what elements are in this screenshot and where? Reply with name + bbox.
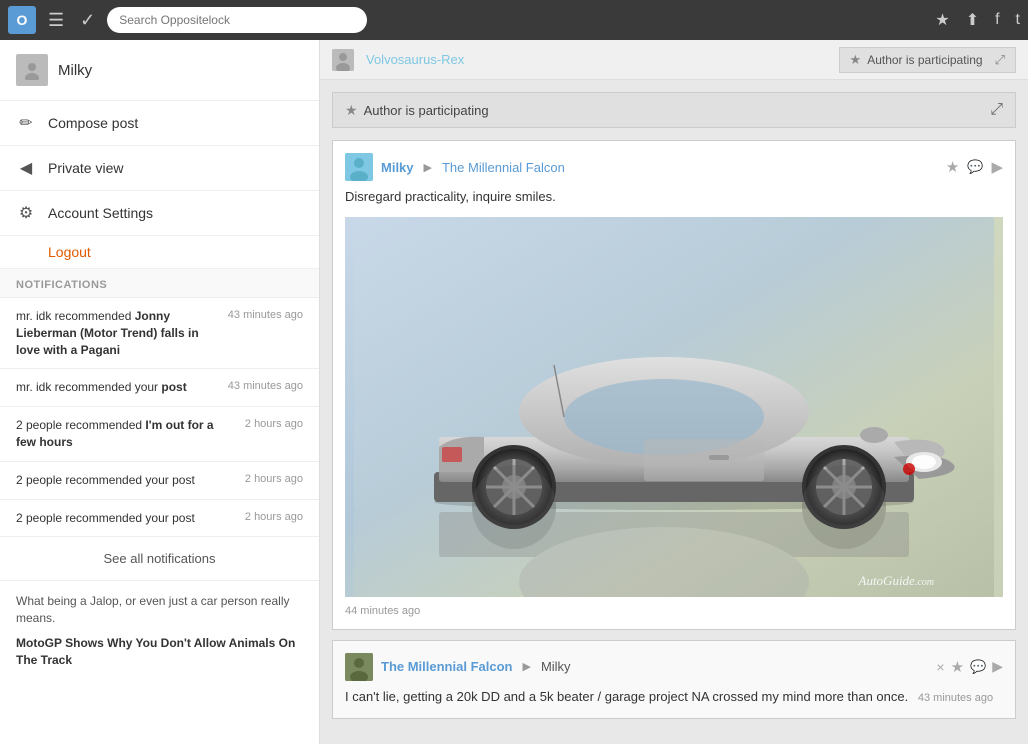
reply-author-avatar bbox=[345, 653, 373, 681]
notification-item: mr. idk recommended your post 43 minutes… bbox=[0, 369, 319, 407]
expand-icon-small[interactable]: ⤢ bbox=[995, 52, 1005, 68]
logo-icon[interactable]: O bbox=[8, 6, 36, 34]
star-icon[interactable]: ★ bbox=[935, 10, 949, 30]
post-star-button[interactable]: ★ bbox=[946, 158, 959, 176]
post-direction-arrow: ▶ bbox=[424, 161, 432, 174]
reply-to-user: Milky bbox=[541, 659, 571, 674]
notification-time: 43 minutes ago bbox=[228, 308, 303, 321]
reply-comment-button[interactable]: 💬 bbox=[970, 659, 986, 675]
sidebar-username: Milky bbox=[58, 62, 92, 79]
reply-close-button[interactable]: × bbox=[936, 659, 944, 675]
top-bar: O ☰ ✓ ★ ⬆ f t bbox=[0, 0, 1028, 40]
notification-item: 2 people recommended your post 2 hours a… bbox=[0, 462, 319, 500]
notification-text: mr. idk recommended your post bbox=[16, 379, 220, 396]
author-bar-left: ★ Author is participating bbox=[345, 102, 489, 119]
author-bar-title: Author is participating bbox=[364, 103, 489, 118]
post-card: Milky ▶ The Millennial Falcon ★ 💬 ▶ Disr… bbox=[332, 140, 1016, 630]
notification-time: 2 hours ago bbox=[245, 510, 303, 523]
user-row: Milky bbox=[0, 40, 319, 101]
sidebar-footer: What being a Jalop, or even just a car p… bbox=[0, 581, 319, 680]
compose-icon: ✏ bbox=[16, 113, 36, 133]
hamburger-icon[interactable]: ☰ bbox=[44, 6, 68, 35]
settings-icon: ⚙ bbox=[16, 203, 36, 223]
post-body-text: Disregard practicality, inquire smiles. bbox=[345, 187, 1003, 207]
private-icon: ◀ bbox=[16, 158, 36, 178]
compose-post-menu-item[interactable]: ✏ Compose post bbox=[0, 101, 319, 146]
author-participating-bar: ★ Author is participating ⤢ bbox=[332, 92, 1016, 128]
private-label: Private view bbox=[48, 160, 123, 176]
reply-timestamp: 43 minutes ago bbox=[918, 692, 993, 704]
footer-link-jalop[interactable]: What being a Jalop, or even just a car p… bbox=[16, 593, 303, 627]
post-comment-button[interactable]: 💬 bbox=[967, 159, 983, 175]
reply-card: The Millennial Falcon ▶ Milky × ★ 💬 ▶ I … bbox=[332, 640, 1016, 720]
compose-label: Compose post bbox=[48, 115, 138, 131]
private-view-menu-item[interactable]: ◀ Private view bbox=[0, 146, 319, 191]
reply-author-link[interactable]: The Millennial Falcon bbox=[381, 659, 512, 674]
content-top-bar: Volvosaurus-Rex ★ Author is participatin… bbox=[320, 40, 1028, 80]
post-image: AutoGuide.com bbox=[345, 217, 1003, 597]
notification-text: 2 people recommended I'm out for a few h… bbox=[16, 417, 237, 451]
notification-item: 2 people recommended I'm out for a few h… bbox=[0, 407, 319, 462]
reply-direction-arrow: ▶ bbox=[522, 660, 530, 673]
see-all-notifications-button[interactable]: See all notifications bbox=[0, 537, 319, 581]
notification-text: 2 people recommended your post bbox=[16, 510, 237, 527]
account-settings-menu-item[interactable]: ⚙ Account Settings bbox=[0, 191, 319, 236]
logout-item[interactable]: Logout bbox=[0, 236, 319, 269]
notification-time: 43 minutes ago bbox=[228, 379, 303, 392]
avatar bbox=[16, 54, 48, 86]
author-bar-expand-icon[interactable]: ⤢ bbox=[990, 101, 1003, 119]
search-input[interactable] bbox=[107, 7, 367, 33]
account-settings-label: Account Settings bbox=[48, 205, 153, 221]
share-icon[interactable]: ⬆ bbox=[966, 10, 979, 30]
post-container: ★ Author is participating ⤢ Milky ▶ The … bbox=[320, 80, 1028, 744]
content-user-link[interactable]: Volvosaurus-Rex bbox=[366, 52, 464, 67]
content-user-avatar bbox=[332, 49, 354, 71]
reply-share-button[interactable]: ▶ bbox=[992, 658, 1003, 675]
reply-actions: × ★ 💬 ▶ bbox=[936, 658, 1003, 676]
reply-header-left: The Millennial Falcon ▶ Milky bbox=[345, 653, 571, 681]
post-header: Milky ▶ The Millennial Falcon ★ 💬 ▶ bbox=[345, 153, 1003, 181]
post-header-left: Milky ▶ The Millennial Falcon bbox=[345, 153, 565, 181]
notification-time: 2 hours ago bbox=[245, 472, 303, 485]
notification-item: 2 people recommended your post 2 hours a… bbox=[0, 500, 319, 538]
post-channel-link[interactable]: The Millennial Falcon bbox=[442, 160, 565, 175]
main-layout: Milky ✏ Compose post ◀ Private view ⚙ Ac… bbox=[0, 40, 1028, 744]
sidebar: Milky ✏ Compose post ◀ Private view ⚙ Ac… bbox=[0, 40, 320, 744]
top-bar-right: ★ ⬆ f t bbox=[935, 10, 1020, 30]
notification-time: 2 hours ago bbox=[245, 417, 303, 430]
reply-body-text: I can't lie, getting a 20k DD and a 5k b… bbox=[345, 687, 1003, 707]
post-author-avatar bbox=[345, 153, 373, 181]
twitter-icon[interactable]: t bbox=[1016, 11, 1020, 29]
post-share-button[interactable]: ▶ bbox=[991, 158, 1003, 176]
panel-title-small: Author is participating bbox=[867, 53, 982, 67]
post-actions: ★ 💬 ▶ bbox=[946, 158, 1003, 176]
reply-header: The Millennial Falcon ▶ Milky × ★ 💬 ▶ bbox=[345, 653, 1003, 681]
notifications-header: NOTIFICATIONS bbox=[0, 269, 319, 298]
notification-text: 2 people recommended your post bbox=[16, 472, 237, 489]
notification-text: mr. idk recommended Jonny Lieberman (Mot… bbox=[16, 308, 220, 358]
author-participating-bar-top[interactable]: ★ Author is participating ⤢ bbox=[839, 47, 1016, 73]
reply-star-button[interactable]: ★ bbox=[951, 658, 964, 676]
star-icon-small: ★ bbox=[850, 52, 862, 68]
post-author-link[interactable]: Milky bbox=[381, 160, 414, 175]
author-bar-star-icon: ★ bbox=[345, 102, 358, 119]
post-timestamp: 44 minutes ago bbox=[345, 605, 1003, 617]
notification-item: mr. idk recommended Jonny Lieberman (Mot… bbox=[0, 298, 319, 369]
facebook-icon[interactable]: f bbox=[995, 11, 999, 29]
footer-link-motogp[interactable]: MotoGP Shows Why You Don't Allow Animals… bbox=[16, 635, 303, 669]
content-area: Volvosaurus-Rex ★ Author is participatin… bbox=[320, 40, 1028, 744]
check-icon[interactable]: ✓ bbox=[76, 6, 99, 35]
